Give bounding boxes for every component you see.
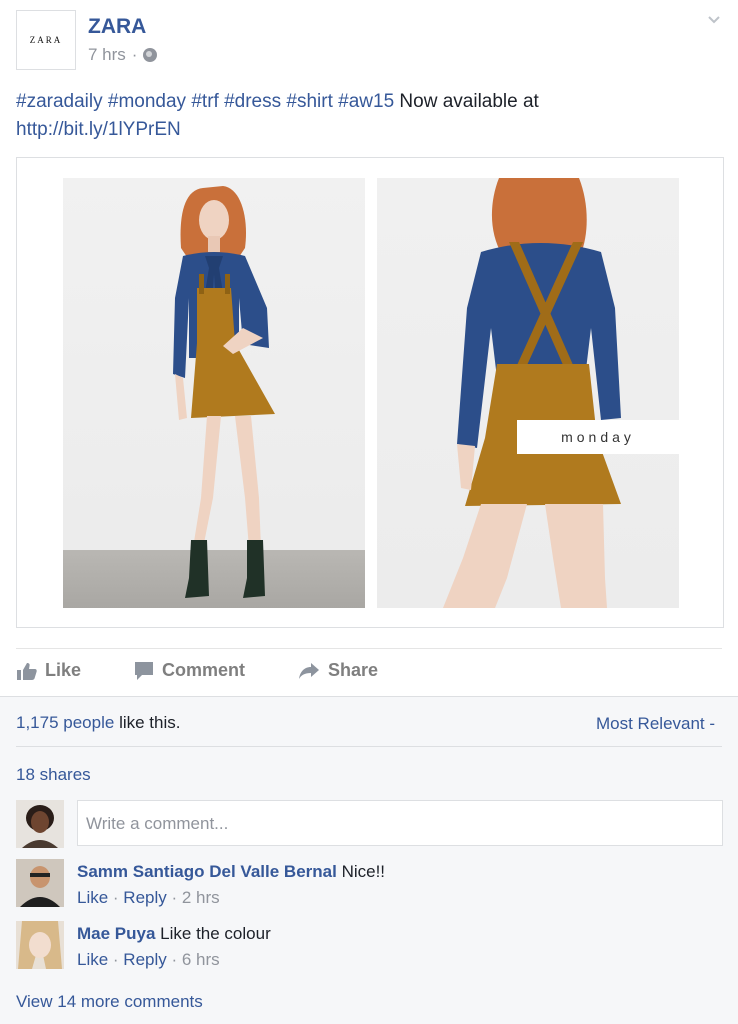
image-caption-label: monday (517, 420, 679, 454)
comment-text: Like the colour (160, 924, 271, 943)
comment-author[interactable]: Samm Santiago Del Valle Bernal (77, 862, 337, 881)
share-arrow-icon (299, 662, 319, 679)
post-text: #zaradaily #monday #trf #dress #shirt #a… (16, 88, 716, 144)
photo-back-view (377, 178, 679, 608)
share-button[interactable]: Share (298, 660, 378, 681)
comment-author[interactable]: Mae Puya (77, 924, 155, 943)
comment-meta: Like · Reply · 2 hrs (77, 888, 220, 907)
comment-item: Samm Santiago Del Valle Bernal Nice!! Li… (77, 859, 385, 911)
page-avatar[interactable]: ZARA (16, 10, 76, 70)
model-back-figure (443, 178, 621, 608)
model-front-figure (173, 186, 275, 598)
likes-summary: 1,175 people like this. (16, 713, 180, 733)
comment-input[interactable]: Write a comment... (77, 800, 723, 846)
comment-label: Comment (162, 660, 246, 680)
divider (16, 648, 722, 649)
hashtag-monday[interactable]: #monday (108, 91, 186, 112)
comment-button[interactable]: Comment (134, 660, 245, 681)
post-meta: 7 hrs · (88, 45, 158, 65)
comment-like-link[interactable]: Like (77, 950, 108, 969)
comment-meta: Like · Reply · 6 hrs (77, 950, 220, 969)
comment-text: Nice!! (341, 862, 386, 881)
meta-separator: · (131, 45, 138, 64)
commenter-avatar-image (16, 921, 64, 969)
likes-suffix: like this. (119, 713, 181, 732)
like-button[interactable]: Like (17, 660, 81, 681)
comment-bubble-icon (135, 661, 153, 680)
user-avatar-image (16, 800, 64, 848)
divider (16, 746, 722, 747)
post-image[interactable]: monday (16, 157, 724, 628)
post-time[interactable]: 7 hrs (88, 45, 126, 65)
commenter-avatar-image (16, 859, 64, 907)
avatar[interactable] (16, 800, 64, 848)
comment-time[interactable]: 6 hrs (182, 950, 220, 969)
comment-reply-link[interactable]: Reply (123, 888, 166, 907)
photo-front-view (63, 178, 365, 608)
comment-time[interactable]: 2 hrs (182, 888, 220, 907)
likes-count-link[interactable]: 1,175 people (16, 713, 114, 732)
view-more-comments-link[interactable]: View 14 more comments (16, 992, 203, 1012)
thumbs-up-icon (17, 662, 37, 680)
chevron-down-icon[interactable] (706, 12, 722, 28)
comment-like-link[interactable]: Like (77, 888, 108, 907)
post-link[interactable]: http://bit.ly/1lYPrEN (16, 119, 181, 140)
globe-icon (143, 48, 158, 62)
avatar[interactable] (16, 859, 64, 907)
hashtag-dress[interactable]: #dress (224, 91, 281, 112)
zara-logo: ZARA (29, 35, 63, 45)
hashtag-aw15[interactable]: #aw15 (338, 91, 394, 112)
hashtag-trf[interactable]: #trf (191, 91, 218, 112)
share-label: Share (328, 660, 379, 680)
avatar[interactable] (16, 921, 64, 969)
comment-reply-link[interactable]: Reply (123, 950, 166, 969)
hashtag-zaradaily[interactable]: #zaradaily (16, 91, 103, 112)
shares-link[interactable]: 18 shares (16, 765, 91, 785)
page-name-link[interactable]: ZARA (88, 15, 146, 39)
comment-item: Mae Puya Like the colour Like · Reply · … (77, 921, 271, 973)
post-body-text: Now available at (399, 91, 539, 112)
hashtag-shirt[interactable]: #shirt (286, 91, 332, 112)
like-label: Like (45, 660, 82, 680)
comment-sort-dropdown[interactable]: Most Relevant - (596, 714, 715, 734)
